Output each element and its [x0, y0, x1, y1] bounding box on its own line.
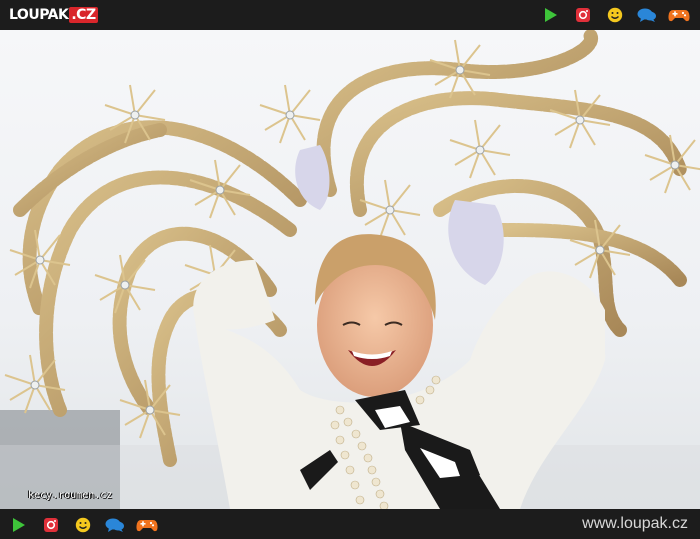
top-icon-nav — [540, 5, 690, 25]
site-logo[interactable]: LOUPAK .CZ — [9, 6, 98, 24]
photo-illustration — [0, 30, 700, 509]
instagram-icon[interactable] — [40, 515, 62, 535]
smiley-icon[interactable] — [604, 5, 626, 25]
photo: kecy.roumen.cz — [0, 30, 700, 509]
gamepad-icon[interactable] — [668, 5, 690, 25]
bottom-bar: www.loupak.cz — [0, 509, 700, 539]
smiley-icon[interactable] — [72, 515, 94, 535]
site-url-link[interactable]: www.loupak.cz — [582, 515, 688, 533]
gamepad-icon[interactable] — [136, 515, 158, 535]
logo-text: LOUPAK — [9, 7, 69, 23]
bottom-icon-nav — [8, 515, 158, 535]
play-icon[interactable] — [8, 515, 30, 535]
play-icon[interactable] — [540, 5, 562, 25]
photo-watermark: kecy.roumen.cz — [28, 490, 113, 501]
instagram-icon[interactable] — [572, 5, 594, 25]
chat-icon[interactable] — [636, 5, 658, 25]
logo-domain: .CZ — [69, 7, 98, 23]
chat-icon[interactable] — [104, 515, 126, 535]
top-bar: LOUPAK .CZ — [0, 0, 700, 30]
